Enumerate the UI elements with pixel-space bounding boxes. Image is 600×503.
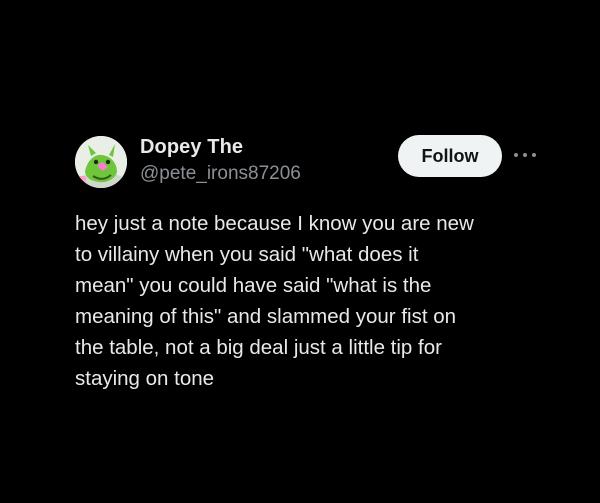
follow-button[interactable]: Follow	[398, 135, 502, 177]
tweet-text-line: hey just a note because I know you are n…	[75, 212, 474, 235]
tweet-text-line: meaning of this" and slammed your fist o…	[75, 305, 457, 328]
tweet-text-line: staying on tone	[75, 367, 215, 390]
tweet-text-line: mean" you could have said "what is the	[75, 274, 432, 297]
more-options-icon[interactable]	[512, 149, 538, 161]
tweet-card: Dopey The @pete_irons87206 Follow hey ju…	[0, 0, 600, 503]
author-display-name[interactable]: Dopey The	[140, 136, 243, 159]
tweet-text-line: to villainy when you said "what does it	[75, 243, 419, 266]
tweet-text-line: the table, not a big deal just a little …	[75, 336, 442, 359]
tweet-text: hey just a note because I know you are n…	[75, 208, 555, 394]
avatar[interactable]	[75, 136, 127, 188]
cartoon-character-avatar-icon	[75, 136, 127, 188]
more-dot	[532, 153, 536, 157]
more-dot	[523, 153, 527, 157]
author-handle[interactable]: @pete_irons87206	[140, 163, 301, 185]
more-dot	[514, 153, 518, 157]
